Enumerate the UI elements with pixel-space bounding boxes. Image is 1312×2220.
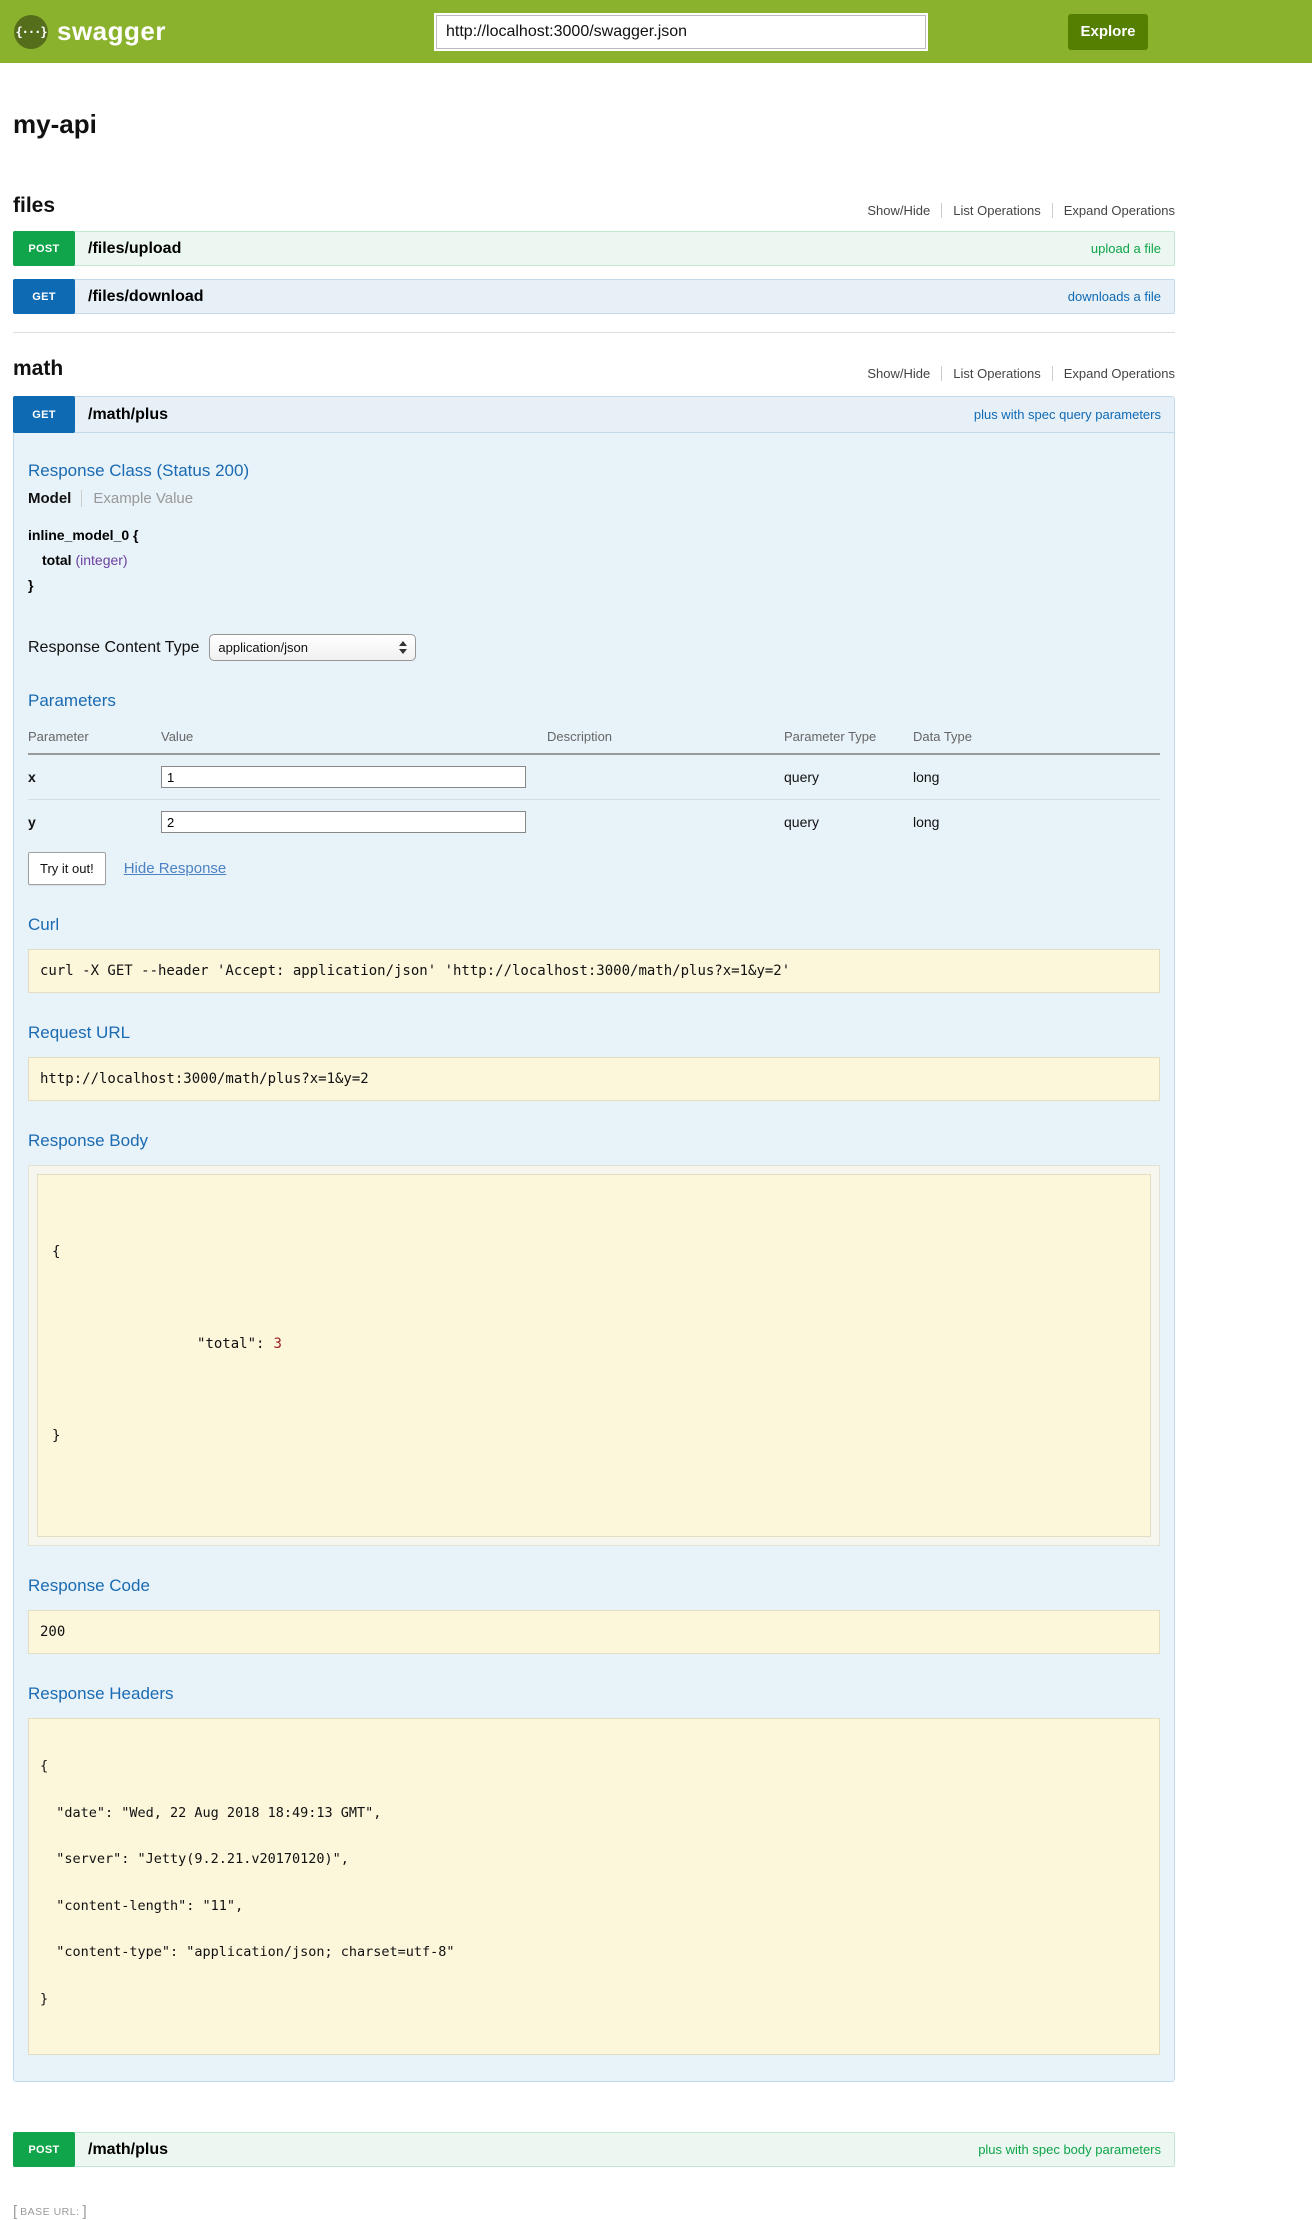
parameter-type: query — [784, 800, 913, 845]
section-title-files[interactable]: files — [13, 194, 55, 218]
method-badge-get: GET — [13, 396, 75, 433]
response-headers-heading: Response Headers — [28, 1684, 1160, 1704]
endpoint-summary[interactable]: plus with spec body parameters — [978, 2142, 1161, 2157]
parameter-y-input[interactable] — [161, 811, 526, 833]
try-it-out-button[interactable]: Try it out! — [28, 852, 106, 885]
operation-get-math-plus: GET /math/plus plus with spec query para… — [13, 396, 1175, 2082]
section-math: math Show/Hide List Operations Expand Op… — [13, 332, 1175, 2167]
endpoint-row-get-files-download[interactable]: GET /files/download downloads a file — [13, 279, 1175, 314]
base-url-bracket-open: [ — [13, 2203, 17, 2220]
method-badge-post: POST — [13, 231, 75, 266]
response-body-heading: Response Body — [28, 1131, 1160, 1151]
main-content: my-api files Show/Hide List Operations E… — [13, 109, 1175, 2220]
parameter-x-input[interactable] — [161, 766, 526, 788]
json-open-brace: { — [52, 1241, 1136, 1264]
column-header-data-type: Data Type — [913, 723, 1160, 754]
curl-command: curl -X GET --header 'Accept: applicatio… — [28, 949, 1160, 993]
endpoint-row-post-files-upload[interactable]: POST /files/upload upload a file — [13, 231, 1175, 266]
section-files: files Show/Hide List Operations Expand O… — [13, 194, 1175, 314]
expand-operations-link[interactable]: Expand Operations — [1052, 366, 1175, 381]
section-title-math[interactable]: math — [13, 357, 63, 381]
endpoint-path[interactable]: /files/download — [88, 288, 204, 306]
parameter-description — [547, 754, 784, 800]
section-controls-files: Show/Hide List Operations Expand Operati… — [856, 203, 1175, 218]
list-operations-link[interactable]: List Operations — [941, 203, 1051, 218]
request-url-heading: Request URL — [28, 1023, 1160, 1043]
response-headers-line: { — [40, 1759, 1148, 1775]
response-content-type-select[interactable]: application/json — [209, 634, 416, 661]
endpoint-summary[interactable]: downloads a file — [1068, 289, 1161, 304]
select-arrows-icon — [399, 641, 407, 654]
request-url-value: http://localhost:3000/math/plus?x=1&y=2 — [28, 1057, 1160, 1101]
endpoint-row-post-math-plus[interactable]: POST /math/plus plus with spec body para… — [13, 2132, 1175, 2167]
method-badge-post: POST — [13, 2132, 75, 2167]
curl-heading: Curl — [28, 915, 1160, 935]
parameter-data-type: long — [913, 754, 1160, 800]
tab-example-value[interactable]: Example Value — [81, 490, 193, 507]
api-title: my-api — [13, 109, 1175, 140]
response-code-heading: Response Code — [28, 1576, 1160, 1596]
column-header-parameter-type: Parameter Type — [784, 723, 913, 754]
parameter-row-x: x query long — [28, 754, 1160, 800]
column-header-description: Description — [547, 723, 784, 754]
response-class-heading: Response Class (Status 200) — [28, 461, 1160, 481]
column-header-parameter: Parameter — [28, 723, 161, 754]
endpoint-path[interactable]: /math/plus — [88, 2141, 168, 2159]
response-code-value: 200 — [28, 1610, 1160, 1654]
base-url-footer: [ BASE URL: ] — [13, 2203, 1175, 2220]
response-content-type-row: Response Content Type application/json — [28, 634, 1160, 661]
response-headers-line: } — [40, 1992, 1148, 2008]
model-tabs: Model Example Value — [28, 490, 1160, 507]
response-headers-line: "date": "Wed, 22 Aug 2018 18:49:13 GMT", — [40, 1806, 1148, 1822]
swagger-logo[interactable]: {···} swagger — [14, 15, 166, 49]
parameters-table: Parameter Value Description Parameter Ty… — [28, 723, 1160, 844]
endpoint-summary[interactable]: plus with spec query parameters — [974, 407, 1161, 422]
endpoint-row-get-math-plus[interactable]: GET /math/plus plus with spec query para… — [14, 397, 1174, 432]
expand-operations-link[interactable]: Expand Operations — [1052, 203, 1175, 218]
column-header-value: Value — [161, 723, 547, 754]
json-value-total: 3 — [273, 1336, 281, 1352]
swagger-logo-icon: {···} — [14, 15, 48, 49]
model-property-name: total — [42, 552, 72, 568]
parameters-heading: Parameters — [28, 691, 1160, 711]
endpoint-path[interactable]: /math/plus — [88, 406, 168, 424]
model-signature: inline_model_0 { total (integer) } — [28, 523, 1160, 598]
response-headers-line: "server": "Jetty(9.2.21.v20170120)", — [40, 1852, 1148, 1868]
response-content-type-label: Response Content Type — [28, 639, 199, 657]
endpoint-summary[interactable]: upload a file — [1091, 241, 1161, 256]
explore-button[interactable]: Explore — [1068, 14, 1148, 50]
top-header-bar: {···} swagger Explore — [0, 0, 1312, 63]
operation-content: Response Class (Status 200) Model Exampl… — [14, 432, 1174, 2081]
brand-title: swagger — [57, 16, 166, 47]
parameter-name: x — [28, 754, 161, 800]
tab-model[interactable]: Model — [28, 490, 71, 507]
show-hide-link[interactable]: Show/Hide — [856, 366, 941, 381]
parameter-description — [547, 800, 784, 845]
response-body-json: { "total": 3 } — [37, 1174, 1151, 1537]
endpoint-path[interactable]: /files/upload — [88, 240, 181, 258]
model-property-type: (integer) — [75, 552, 127, 568]
parameter-data-type: long — [913, 800, 1160, 845]
method-badge-get: GET — [13, 279, 75, 314]
model-close-line: } — [28, 573, 1160, 598]
selected-content-type: application/json — [218, 640, 308, 655]
base-url-label: BASE URL: — [20, 2206, 79, 2218]
response-body-container: { "total": 3 } — [28, 1165, 1160, 1546]
hide-response-link[interactable]: Hide Response — [124, 860, 227, 877]
response-headers-json: { "date": "Wed, 22 Aug 2018 18:49:13 GMT… — [28, 1718, 1160, 2055]
json-close-brace: } — [52, 1425, 1136, 1448]
list-operations-link[interactable]: List Operations — [941, 366, 1051, 381]
model-open-line: inline_model_0 { — [28, 523, 1160, 548]
base-url-bracket-close: ] — [83, 2203, 87, 2220]
swagger-url-input[interactable] — [436, 15, 926, 49]
section-controls-math: Show/Hide List Operations Expand Operati… — [856, 366, 1175, 381]
parameter-row-y: y query long — [28, 800, 1160, 845]
json-key-total: "total": — [197, 1336, 264, 1352]
response-headers-line: "content-length": "11", — [40, 1899, 1148, 1915]
show-hide-link[interactable]: Show/Hide — [856, 203, 941, 218]
response-headers-line: "content-type": "application/json; chars… — [40, 1945, 1148, 1961]
parameter-type: query — [784, 754, 913, 800]
parameter-name: y — [28, 800, 161, 845]
